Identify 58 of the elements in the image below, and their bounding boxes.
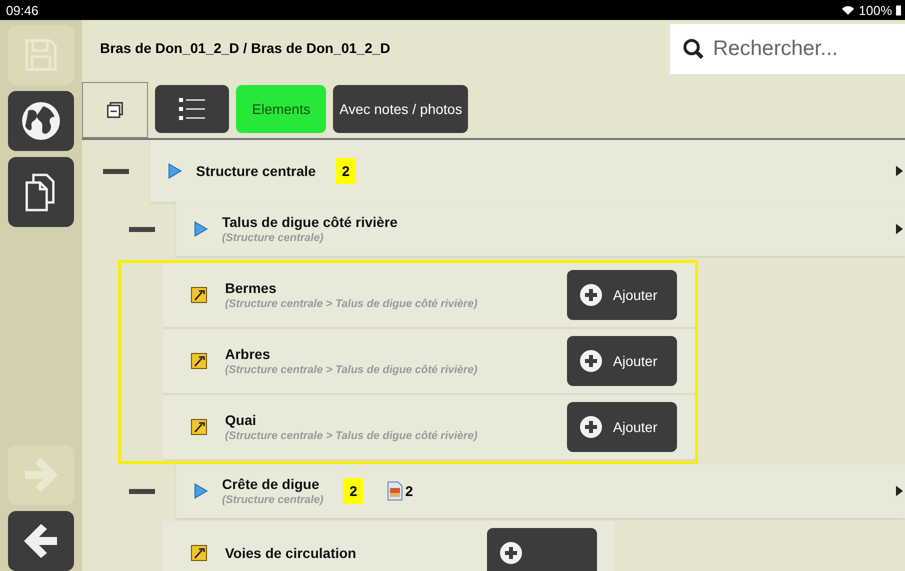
tree-node[interactable]: Crête de digue (Structure centrale) 2 2	[176, 464, 905, 518]
play-triangle-icon	[194, 483, 208, 499]
count-badge: 2	[336, 158, 356, 184]
collapse-toggle[interactable]	[129, 488, 155, 494]
plus-circle-icon	[579, 283, 603, 307]
add-button[interactable]: Ajouter	[567, 270, 677, 320]
wifi-icon	[840, 4, 855, 16]
element-path: (Structure centrale > Talus de digue côté rivière)	[225, 364, 478, 376]
expand-arrow-icon[interactable]	[896, 223, 903, 235]
add-button[interactable]: Ajouter	[567, 402, 677, 452]
tree-node[interactable]: Structure centrale 2	[150, 140, 905, 202]
play-triangle-icon	[194, 221, 208, 237]
element-label: Voies de circulation	[225, 545, 356, 561]
search-input[interactable]: Rechercher...	[711, 36, 905, 62]
collapse-toggle[interactable]	[103, 168, 129, 174]
copy-button[interactable]	[8, 157, 74, 227]
search-field[interactable]: Rechercher...	[670, 24, 905, 74]
element-path: (Structure centrale > Talus de digue côté rivière)	[225, 298, 478, 310]
element-label: Bermes	[225, 280, 278, 296]
collapse-toggle[interactable]	[129, 226, 155, 232]
battery-icon	[896, 4, 901, 16]
plus-circle-icon	[499, 541, 523, 565]
picture-file-icon	[387, 481, 404, 501]
plus-circle-icon	[579, 349, 603, 373]
node-label: Crête de digue	[222, 476, 320, 492]
node-path: (Structure centrale)	[222, 232, 324, 244]
filter-tab[interactable]: Elements	[236, 85, 326, 133]
status-time: 09:46	[6, 2, 39, 18]
node-label: Structure centrale	[196, 163, 316, 179]
photo-count: 2	[405, 483, 414, 499]
hammer-icon	[191, 419, 207, 435]
node-label: Talus de digue côté rivière	[222, 214, 398, 230]
node-path: (Structure centrale)	[222, 494, 324, 506]
collapse-all-tab[interactable]	[82, 82, 148, 138]
element-label: Quai	[225, 412, 258, 428]
collapse-icon	[106, 101, 124, 119]
hammer-icon	[191, 353, 207, 369]
hammer-icon	[191, 545, 207, 561]
element-label: Arbres	[225, 346, 272, 362]
list-icon	[177, 96, 207, 122]
page-title: Bras de Don_01_2_D / Bras de Don_01_2_D	[99, 39, 392, 56]
element-path: (Structure centrale > Talus de digue côté rivière)	[225, 430, 478, 442]
tree-node[interactable]: Talus de digue côté rivière (Structure centrale)	[176, 202, 905, 256]
hammer-icon	[191, 287, 207, 303]
expand-arrow-icon[interactable]	[896, 165, 903, 177]
add-button[interactable]	[487, 528, 597, 571]
battery-level: 100%	[858, 2, 892, 18]
add-button[interactable]: Ajouter	[567, 336, 677, 386]
back-button[interactable]	[8, 511, 74, 571]
play-triangle-icon	[168, 163, 182, 179]
globe-icon	[20, 100, 62, 142]
list-view-tab[interactable]	[155, 85, 229, 133]
count-badge: 2	[343, 478, 364, 504]
plus-circle-icon	[579, 415, 603, 439]
search-icon	[682, 37, 705, 61]
filter-tab[interactable]: Avec notes / photos	[333, 85, 468, 133]
expand-arrow-icon[interactable]	[896, 485, 903, 497]
globe-button[interactable]	[8, 91, 74, 151]
